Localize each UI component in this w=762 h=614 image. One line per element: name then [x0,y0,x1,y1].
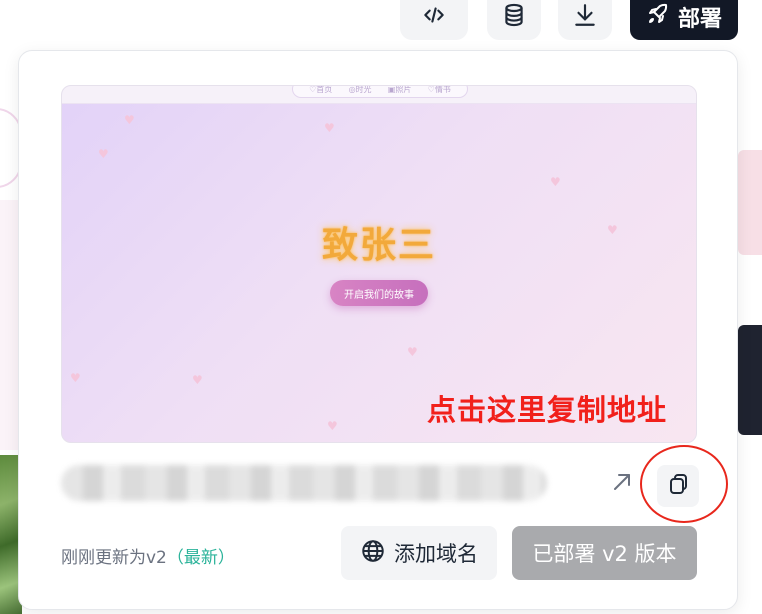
deploy-popover: ♡首页 ◎时光 ▣照片 ♡情书 ♥ ♥ ♥ ♥ ♥ ♥ ♥ ♥ ♥ 致张三 开启… [18,50,738,610]
code-icon [421,2,447,32]
open-link-button[interactable] [607,469,637,499]
preview-nav-item: ♡首页 [309,85,333,94]
heart-decoration: ♥ [407,345,418,359]
preview-nav-item: ♡情书 [427,85,451,94]
add-domain-label: 添加域名 [394,542,478,566]
background-strip [0,200,18,450]
preview-nav-item: ▣照片 [387,85,412,94]
highlight-circle [640,445,728,523]
deploy-label: 部署 [677,7,722,32]
version-status: 刚刚更新为v2（最新） [61,543,235,568]
heart-decoration: ♥ [124,113,135,127]
code-view-button[interactable] [400,0,468,40]
download-button[interactable] [558,0,612,40]
heart-decoration: ♥ [192,373,203,387]
add-domain-button[interactable]: 添加域名 [341,526,497,580]
deploy-button[interactable]: 部署 [630,0,738,40]
database-icon [501,2,527,32]
background-dark-panel [738,325,762,435]
globe-icon [360,538,386,569]
heart-decoration: ♥ [70,371,81,385]
heart-decoration: ♥ [550,175,561,189]
heart-decoration: ♥ [98,147,109,161]
heart-decoration: ♥ [327,419,338,433]
preview-cta-button: 开启我们的故事 [330,280,428,306]
preview-title: 致张三 [321,225,436,266]
latest-badge: （最新） [166,548,235,568]
deployed-version-button[interactable]: 已部署 v2 版本 [512,526,697,580]
download-icon [572,2,598,32]
background-panel [738,150,762,255]
deploy-url[interactable] [61,465,547,501]
heart-decoration: ♥ [324,121,335,135]
version-status-text: 刚刚更新为v2 [61,548,167,568]
annotation-text: 点击这里复制地址 [427,393,668,427]
external-link-icon [610,470,634,498]
preview-nav-bar: ♡首页 ◎时光 ▣照片 ♡情书 [62,86,696,104]
preview-nav-pill: ♡首页 ◎时光 ▣照片 ♡情书 [292,85,468,98]
preview-nav-item: ◎时光 [348,85,372,94]
database-button[interactable] [487,0,541,40]
rocket-icon [646,2,670,32]
app-stage: 部署 ♡首页 ◎时光 ▣照片 ♡情书 ♥ ♥ ♥ ♥ ♥ ♥ ♥ ♥ ♥ 致张三… [0,0,762,614]
